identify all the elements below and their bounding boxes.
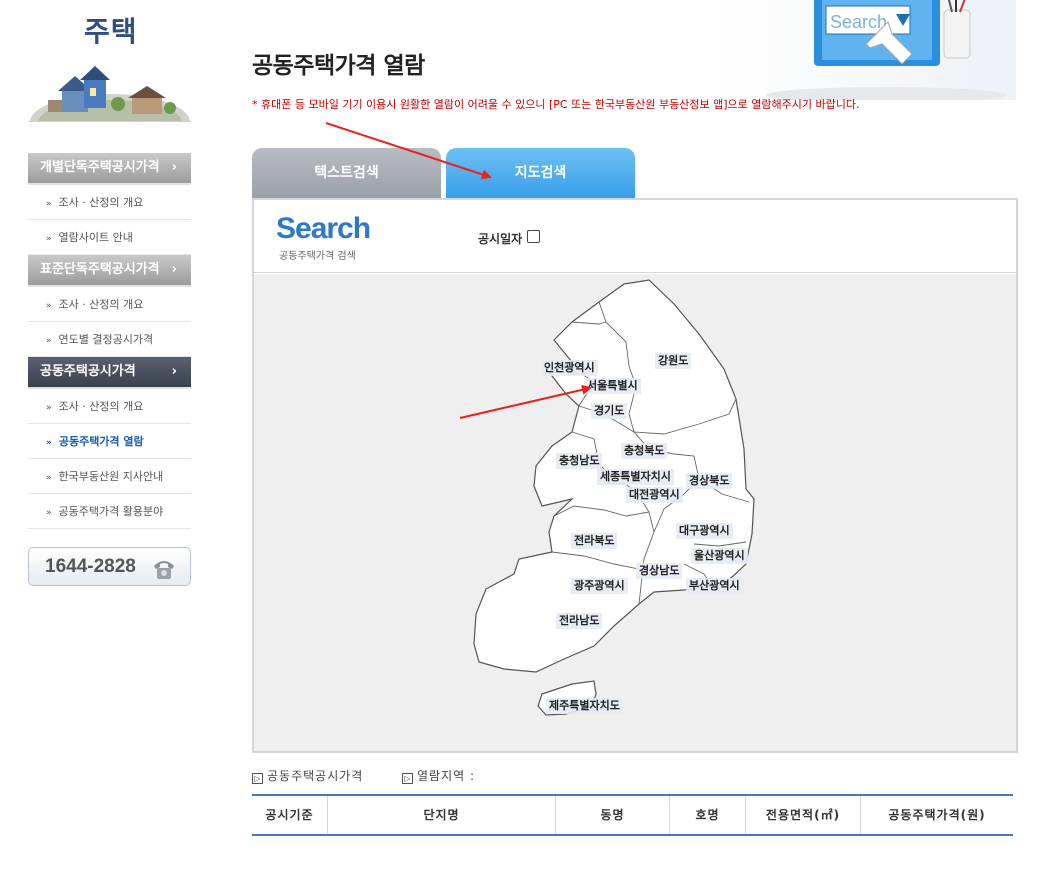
region-seoul[interactable]: 서울특별시 — [584, 378, 641, 394]
info-region: ▷ 열람지역 : — [402, 767, 475, 784]
bullet-icon: » — [46, 508, 52, 518]
region-daegu[interactable]: 대구광역시 — [676, 523, 733, 539]
menu-item-apartment-overview[interactable]: » 조사 · 산정의 개요 — [28, 389, 191, 424]
chevron-right-icon: › — [171, 364, 177, 379]
bullet-icon: » — [46, 438, 52, 448]
bullet-icon: » — [46, 473, 52, 483]
col-unit: 호명 — [670, 796, 746, 834]
region-daejeon[interactable]: 대전광역시 — [626, 487, 683, 503]
menu-item-price-usage[interactable]: » 공동주택가격 활용분야 — [28, 494, 191, 529]
houses-illustration — [30, 66, 190, 122]
bullet-icon: » — [46, 336, 52, 346]
menu-standard-house-price[interactable]: 표준단독주택공시가격 › — [28, 255, 191, 287]
region-incheon[interactable]: 인천광역시 — [541, 360, 598, 376]
arrow-box-icon: ▷ — [402, 773, 413, 784]
menu-item-apartment-price-view[interactable]: » 공동주택가격 열람 — [28, 424, 191, 459]
menu-head-label: 공동주택공시가격 — [40, 364, 136, 379]
region-gyeongnam[interactable]: 경상남도 — [636, 563, 683, 579]
telephone-icon — [154, 561, 174, 579]
search-illustration: Search — [716, 0, 1016, 100]
map-search-panel: Search 공동주택가격 검색 공시일자 인천광역시 서울특별시 강원도 경기… — [252, 198, 1018, 753]
info-price: ▷ 공동주택공시가격 — [252, 767, 363, 784]
tab-map-search[interactable]: 지도검색 — [446, 148, 635, 199]
bullet-icon: » — [46, 403, 52, 413]
col-base-date: 공시기준 — [252, 796, 328, 834]
sidebar-title: 주택 — [84, 15, 138, 48]
sidebar-divider — [28, 121, 191, 122]
search-subtitle: 공동주택가격 검색 — [279, 251, 356, 262]
menu-head-label: 표준단독주택공시가격 — [40, 262, 160, 277]
result-table-header: 공시기준 단지명 동명 호명 전용면적(㎡) 공동주택가격(원) — [252, 794, 1013, 836]
search-logo: Search — [276, 212, 371, 245]
region-busan[interactable]: 부산광역시 — [686, 578, 743, 594]
menu-head-label: 개별단독주택공시가격 — [40, 160, 160, 175]
region-jeonbuk[interactable]: 전라북도 — [571, 533, 618, 549]
menu-item-standard-yearly[interactable]: » 연도별 결정공시가격 — [28, 322, 191, 357]
region-gyeongbuk[interactable]: 경상북도 — [686, 473, 733, 489]
bullet-icon: » — [46, 234, 52, 244]
menu-item-individual-overview[interactable]: » 조사 · 산정의 개요 — [28, 185, 191, 220]
menu-item-individual-site-guide[interactable]: » 열람사이트 안내 — [28, 220, 191, 255]
region-jeju[interactable]: 제주특별자치도 — [546, 698, 623, 714]
mobile-notice: * 휴대폰 등 모바일 기기 이용시 원활한 열람이 어려울 수 있으니 [PC… — [252, 98, 860, 111]
menu-item-branch-guide[interactable]: » 한국부동산원 지사안내 — [28, 459, 191, 494]
menu-individual-house-price[interactable]: 개별단독주택공시가격 › — [28, 153, 191, 185]
region-chungnam[interactable]: 충청남도 — [556, 453, 603, 469]
col-price: 공동주택가격(원) — [888, 808, 986, 822]
phone-number: 1644-2828 — [45, 556, 136, 577]
chevron-right-icon: › — [171, 262, 177, 277]
col-area: 전용면적(㎡) — [746, 796, 861, 834]
col-complex: 단지명 — [328, 796, 556, 834]
page-title: 공동주택가격 열람 — [252, 53, 425, 79]
hero-search-text: Search — [830, 12, 887, 32]
korea-map: 인천광역시 서울특별시 강원도 경기도 충청북도 충청남도 세종특별자치시 경상… — [254, 274, 1016, 751]
panel-header: Search 공동주택가격 검색 공시일자 — [254, 200, 1016, 273]
chevron-right-icon: › — [171, 160, 177, 175]
region-gwangju[interactable]: 광주광역시 — [571, 578, 628, 594]
arrow-box-icon: ▷ — [252, 773, 263, 784]
korea-map-shape — [473, 279, 755, 716]
col-building: 동명 — [556, 796, 670, 834]
region-jeonnam[interactable]: 전라남도 — [556, 613, 603, 629]
bullet-icon: » — [46, 301, 52, 311]
tab-text-search[interactable]: 텍스트검색 — [252, 148, 441, 199]
region-gangwon[interactable]: 강원도 — [655, 353, 692, 369]
menu-item-standard-overview[interactable]: » 조사 · 산정의 개요 — [28, 287, 191, 322]
bullet-icon: » — [46, 199, 52, 209]
region-sejong[interactable]: 세종특별자치시 — [597, 469, 674, 485]
menu-apartment-price[interactable]: 공동주택공시가격 › — [28, 357, 191, 389]
sidebar-menu: 개별단독주택공시가격 › » 조사 · 산정의 개요 » 열람사이트 안내 표준단독… — [28, 153, 191, 529]
phone-banner[interactable]: 1644-2828 — [28, 547, 191, 586]
date-checkbox[interactable] — [527, 230, 540, 243]
date-label: 공시일자 — [478, 232, 523, 246]
region-chungbuk[interactable]: 충청북도 — [621, 443, 668, 459]
region-gyeonggi[interactable]: 경기도 — [591, 403, 628, 419]
region-ulsan[interactable]: 울산광역시 — [691, 548, 748, 564]
